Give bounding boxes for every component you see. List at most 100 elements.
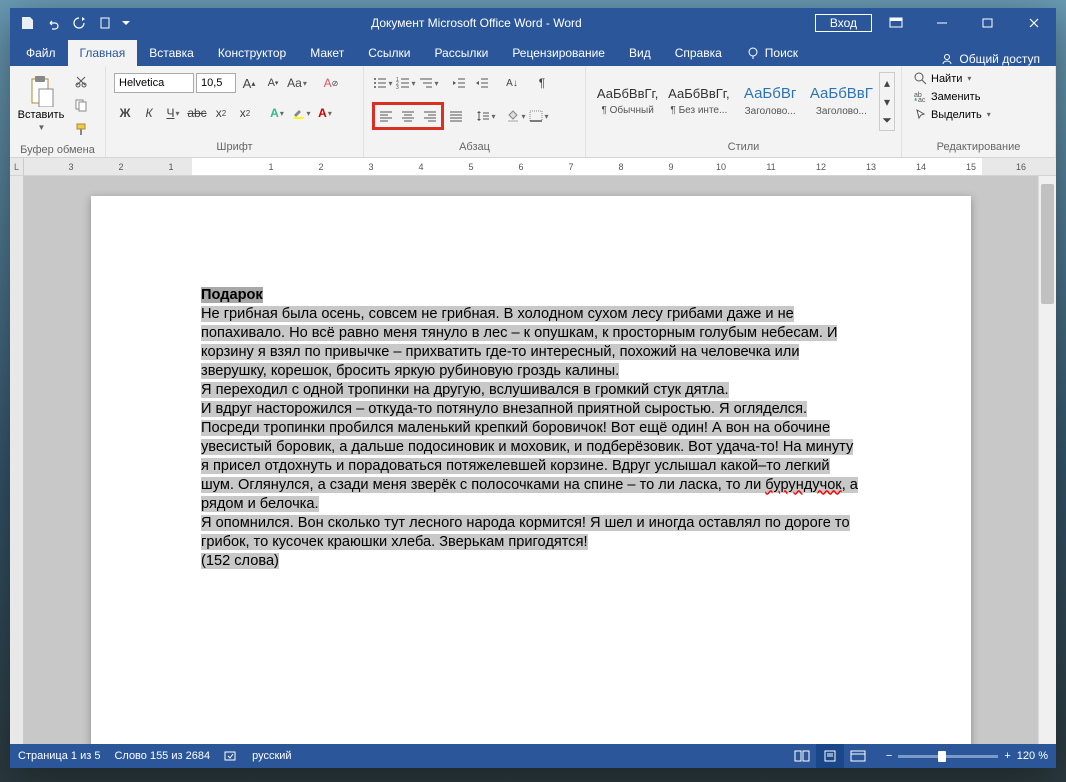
tab-home[interactable]: Главная [68,40,138,66]
zoom-controls: − + 120 % [886,750,1048,762]
zoom-slider[interactable] [898,755,998,758]
status-page[interactable]: Страница 1 из 5 [18,750,100,762]
sort-icon[interactable]: A↓ [501,72,523,94]
increase-indent-icon[interactable] [471,72,493,94]
vertical-ruler[interactable] [10,176,24,744]
status-language[interactable]: русский [252,750,291,762]
scrollbar-thumb[interactable] [1041,184,1054,304]
proofing-icon[interactable] [224,749,238,763]
share-button[interactable]: Общий доступ [928,52,1052,66]
qat-dropdown-icon[interactable] [120,12,132,34]
tab-help[interactable]: Справка [663,40,734,66]
line-spacing-icon[interactable]: ▾ [475,105,497,127]
align-left-icon[interactable] [375,105,397,127]
find-button[interactable]: Найти▾ [910,70,995,87]
print-layout-icon[interactable] [816,744,844,768]
select-button[interactable]: Выделить▾ [910,106,995,123]
font-name-select[interactable] [114,73,194,93]
minimize-icon[interactable] [920,8,964,38]
group-paragraph: ▾ 123▾ ▾ A↓ ¶ [364,66,586,157]
doc-para: Я опомнился. Вон сколько тут лесного нар… [201,515,850,550]
tab-file[interactable]: Файл [14,40,68,66]
read-mode-icon[interactable] [788,744,816,768]
page[interactable]: Подарок Не грибная была осень, совсем не… [91,196,971,744]
vertical-scrollbar[interactable] [1038,176,1056,744]
number-list-icon[interactable]: 123▾ [395,72,417,94]
borders-icon[interactable]: ▾ [528,105,550,127]
ribbon-tabs: Файл Главная Вставка Конструктор Макет С… [10,38,1056,66]
doc-title: Подарок [201,287,263,303]
new-doc-icon[interactable] [94,12,116,34]
status-words[interactable]: Слово 155 из 2684 [114,750,210,762]
copy-icon[interactable] [70,94,92,116]
underline-button[interactable]: Ч▾ [162,102,184,124]
shading-icon[interactable]: ▾ [505,105,527,127]
tab-mailings[interactable]: Рассылки [422,40,500,66]
align-right-icon[interactable] [419,105,441,127]
style-normal[interactable]: АаБбВвГг,¶ Обычный [592,72,663,130]
style-no-spacing[interactable]: АаБбВвГг,¶ Без инте... [663,72,734,130]
document-area: Подарок Не грибная была осень, совсем не… [10,176,1056,744]
strike-button[interactable]: abc [186,102,208,124]
maximize-icon[interactable] [966,8,1010,38]
tab-design[interactable]: Конструктор [206,40,298,66]
horizontal-ruler[interactable]: L 3211234567891011121314151617 [10,158,1056,176]
save-icon[interactable] [16,12,38,34]
lightbulb-icon [746,46,760,60]
font-size-select[interactable] [196,73,236,93]
change-case-icon[interactable]: Aa▾ [286,72,308,94]
format-painter-icon[interactable] [70,118,92,140]
ribbon-display-icon[interactable] [874,8,918,38]
highlight-icon[interactable]: ▾ [290,102,312,124]
paste-button[interactable]: Вставить ▼ [14,68,68,138]
decrease-indent-icon[interactable] [448,72,470,94]
document-text[interactable]: Подарок Не грибная была осень, совсем не… [201,286,861,571]
text-effects-icon[interactable]: A▾ [266,102,288,124]
tab-review[interactable]: Рецензирование [500,40,617,66]
doc-wordcount: (152 слова) [201,553,279,569]
cut-icon[interactable] [70,70,92,92]
style-heading1[interactable]: АаБбВгЗаголово... [735,72,806,130]
italic-button[interactable]: К [138,102,160,124]
clear-format-icon[interactable]: A⊘ [320,72,342,94]
zoom-in-icon[interactable]: + [1004,750,1010,762]
doc-para: Не грибная была осень, совсем не грибная… [201,306,837,379]
login-button[interactable]: Вход [815,14,872,32]
document-scroll[interactable]: Подарок Не грибная была осень, совсем не… [24,176,1038,744]
replace-icon: abac [914,90,927,103]
font-color-icon[interactable]: A▾ [314,102,336,124]
zoom-level[interactable]: 120 % [1017,750,1048,762]
bold-button[interactable]: Ж [114,102,136,124]
grow-font-icon[interactable]: A▴ [238,72,260,94]
chevron-down-icon: ▼ [38,123,46,132]
bullet-list-icon[interactable]: ▾ [372,72,394,94]
subscript-button[interactable]: x2 [210,102,232,124]
zoom-out-icon[interactable]: − [886,750,892,762]
superscript-button[interactable]: x2 [234,102,256,124]
svg-text:ac: ac [918,97,926,103]
align-justify-icon[interactable] [445,105,467,127]
ribbon: Вставить ▼ Буфер обмена A▴ A▾ Aa▾ [10,66,1056,158]
styles-more-icon[interactable]: ⏷ [880,111,894,130]
align-center-icon[interactable] [397,105,419,127]
multilevel-list-icon[interactable]: ▾ [418,72,440,94]
tab-references[interactable]: Ссылки [356,40,422,66]
styles-down-icon[interactable]: ▾ [880,92,894,111]
undo-icon[interactable] [42,12,64,34]
quick-access-toolbar [10,12,138,34]
share-icon [940,52,954,66]
tab-layout[interactable]: Макет [298,40,356,66]
title-right-controls: Вход [815,8,1056,38]
replace-button[interactable]: abacЗаменить [910,88,995,105]
tab-insert[interactable]: Вставка [137,40,206,66]
styles-up-icon[interactable]: ▴ [880,73,894,92]
tell-me-search[interactable]: Поиск [734,40,810,66]
web-layout-icon[interactable] [844,744,872,768]
redo-icon[interactable] [68,12,90,34]
close-icon[interactable] [1012,8,1056,38]
shrink-font-icon[interactable]: A▾ [262,72,284,94]
style-heading2[interactable]: АаБбВвГЗаголово... [806,72,877,130]
ruler-corner: L [10,158,24,175]
show-marks-icon[interactable]: ¶ [531,72,553,94]
tab-view[interactable]: Вид [617,40,663,66]
